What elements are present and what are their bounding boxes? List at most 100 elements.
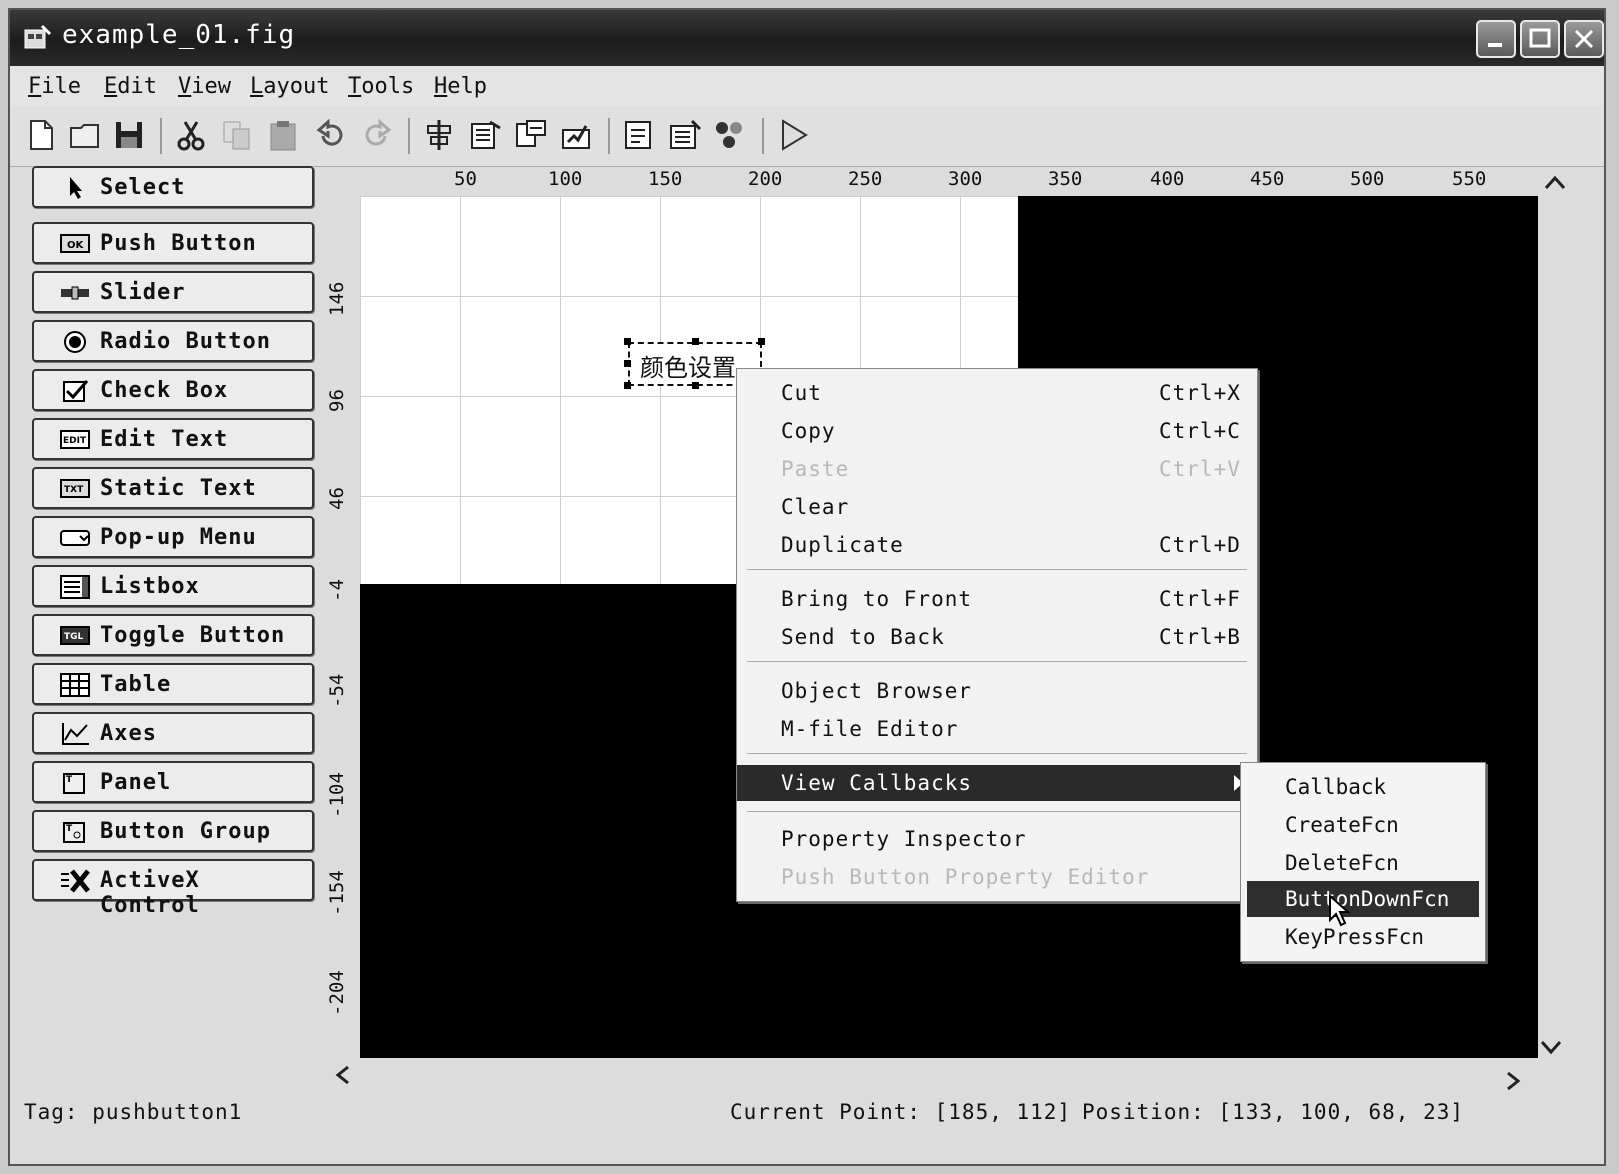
paste-icon[interactable] — [266, 118, 300, 152]
edit-text-icon: EDIT — [60, 430, 90, 449]
activex-icon — [61, 869, 90, 893]
palette-popup-menu[interactable]: Pop-up Menu — [32, 516, 314, 558]
new-icon[interactable] — [24, 118, 58, 152]
cut-icon[interactable] — [174, 118, 208, 152]
property-inspector-icon[interactable] — [668, 118, 702, 152]
palette-label: Push Button — [100, 231, 257, 256]
palette-select[interactable]: Select — [32, 166, 314, 208]
toggle-icon: TGL — [60, 626, 90, 645]
context-item-object-browser[interactable]: Object Browser — [737, 673, 1257, 709]
context-item-cut[interactable]: Cut Ctrl+X — [737, 375, 1257, 411]
menu-view[interactable]: View — [178, 74, 231, 99]
maximize-button[interactable] — [1520, 20, 1560, 58]
object-browser-icon[interactable] — [712, 118, 746, 152]
menu-help[interactable]: Help — [434, 74, 487, 99]
resize-handle[interactable] — [624, 338, 631, 345]
palette-label: Slider — [100, 280, 186, 305]
title-bar[interactable]: example_01.fig — [10, 10, 1604, 66]
static-text-icon: TXT — [60, 479, 90, 498]
submenu-item-createfcn[interactable]: CreateFcn — [1247, 807, 1479, 843]
context-item-mfile-editor[interactable]: M-file Editor — [737, 711, 1257, 747]
menu-bar: File Edit View Layout Tools Help — [10, 66, 1604, 106]
context-item-duplicate[interactable]: Duplicate Ctrl+D — [737, 527, 1257, 563]
minimize-icon — [1488, 43, 1502, 47]
ruler-tick: 150 — [648, 168, 683, 190]
palette-label: Edit Text — [100, 427, 229, 452]
resize-handle[interactable] — [624, 360, 631, 367]
palette-axes[interactable]: Axes — [32, 712, 314, 754]
scroll-left-icon[interactable] — [330, 1062, 356, 1088]
palette-label: Pop-up Menu — [100, 525, 257, 550]
axes-icon — [62, 723, 89, 745]
palette-listbox[interactable]: Listbox — [32, 565, 314, 607]
palette-edit-text[interactable]: EDIT Edit Text — [32, 418, 314, 460]
ruler-tick: 200 — [748, 168, 783, 190]
context-item-bring-to-front[interactable]: Bring to Front Ctrl+F — [737, 581, 1257, 617]
guide-window: example_01.fig File Edit View Layout Too… — [8, 8, 1606, 1166]
context-item-view-callbacks[interactable]: View Callbacks — [737, 765, 1257, 801]
tab-order-icon[interactable] — [514, 118, 548, 152]
palette-panel[interactable]: T Panel — [32, 761, 314, 803]
close-button[interactable] — [1564, 20, 1604, 58]
close-icon — [1574, 29, 1594, 49]
context-item-push-button-property-editor[interactable]: Push Button Property Editor — [737, 859, 1257, 895]
palette-radio-button[interactable]: Radio Button — [32, 320, 314, 362]
horizontal-ruler: 50 100 150 200 250 300 350 400 450 500 5… — [360, 166, 1540, 196]
submenu-item-keypressfcn[interactable]: KeyPressFcn — [1247, 919, 1479, 955]
palette-activex-control[interactable]: ActiveX Control — [32, 859, 314, 918]
context-item-property-inspector[interactable]: Property Inspector — [737, 821, 1257, 857]
submenu-item-buttondownfcn[interactable]: ButtonDownFcn — [1247, 881, 1479, 917]
palette-toggle-button[interactable]: TGL Toggle Button — [32, 614, 314, 656]
run-icon[interactable] — [776, 118, 810, 152]
context-item-send-to-back[interactable]: Send to Back Ctrl+B — [737, 619, 1257, 655]
palette-button-group[interactable]: T Button Group — [32, 810, 314, 852]
minimize-button[interactable] — [1476, 20, 1516, 58]
ruler-tick: 146 — [326, 281, 348, 316]
status-position: Position: [133, 100, 68, 23] — [1082, 1100, 1465, 1124]
resize-handle[interactable] — [692, 382, 699, 389]
palette-slider[interactable]: Slider — [32, 271, 314, 313]
ruler-tick: 96 — [326, 389, 348, 412]
mfile-editor-icon[interactable] — [622, 118, 656, 152]
context-item-clear[interactable]: Clear — [737, 489, 1257, 525]
palette-table[interactable]: Table — [32, 663, 314, 705]
palette-check-box[interactable]: Check Box — [32, 369, 314, 411]
ruler-tick: -4 — [326, 579, 348, 602]
copy-icon[interactable] — [220, 118, 254, 152]
radio-icon — [64, 331, 86, 353]
ruler-tick: 400 — [1150, 168, 1185, 190]
save-icon[interactable] — [112, 118, 146, 152]
palette-static-text[interactable]: TXT Static Text — [32, 467, 314, 509]
resize-handle[interactable] — [624, 382, 631, 389]
scroll-right-icon[interactable] — [1500, 1068, 1526, 1094]
ruler-tick: 300 — [948, 168, 983, 190]
status-tag: Tag: pushbutton1 — [24, 1100, 243, 1124]
menu-edit[interactable]: Edit — [104, 74, 157, 99]
mouse-cursor-icon — [1329, 894, 1351, 927]
context-item-paste[interactable]: Paste Ctrl+V — [737, 451, 1257, 487]
submenu-item-callback[interactable]: Callback — [1247, 769, 1479, 805]
scroll-down-icon[interactable] — [1536, 1034, 1566, 1060]
panel-icon: T — [63, 773, 85, 794]
listbox-icon — [60, 575, 90, 599]
toolbar-editor-icon[interactable] — [560, 118, 594, 152]
ruler-tick: 350 — [1048, 168, 1083, 190]
resize-handle[interactable] — [758, 338, 765, 345]
status-current-point: Current Point: [185, 112] — [730, 1100, 1072, 1124]
align-icon[interactable] — [422, 118, 456, 152]
menu-separator — [747, 661, 1247, 662]
context-item-copy[interactable]: Copy Ctrl+C — [737, 413, 1257, 449]
open-icon[interactable] — [68, 118, 102, 152]
palette-push-button[interactable]: OK Push Button — [32, 222, 314, 264]
redo-icon[interactable] — [360, 118, 394, 152]
maximize-icon — [1529, 28, 1551, 48]
menu-layout[interactable]: Layout — [250, 74, 329, 99]
undo-icon[interactable] — [314, 118, 348, 152]
window-title: example_01.fig — [62, 20, 296, 50]
menu-file[interactable]: File — [28, 74, 81, 99]
scroll-up-icon[interactable] — [1540, 170, 1570, 196]
submenu-item-deletefcn[interactable]: DeleteFcn — [1247, 845, 1479, 881]
menu-editor-icon[interactable] — [468, 118, 502, 152]
resize-handle[interactable] — [692, 338, 699, 345]
menu-tools[interactable]: Tools — [348, 74, 414, 99]
